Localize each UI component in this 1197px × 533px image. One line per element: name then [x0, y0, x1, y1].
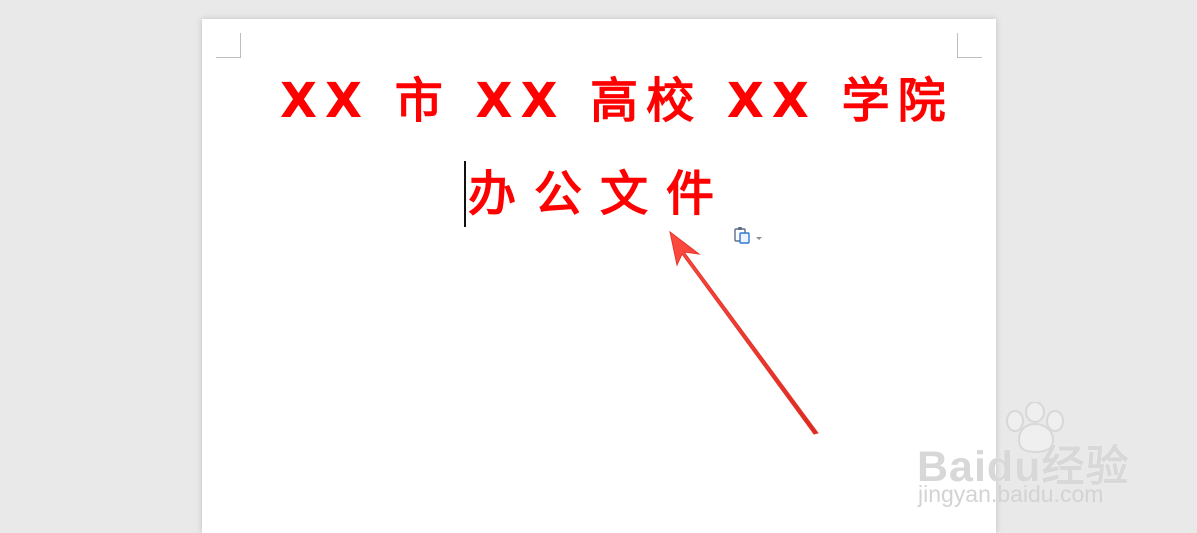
document-workspace: XX 市 XX 高校 XX 学院 办公文件 Baidu经验 jingyan.ba… [0, 0, 1197, 533]
text-cursor [464, 161, 466, 227]
subtitle-container[interactable]: 办公文件 [464, 161, 734, 227]
page-margin-mark-left [216, 33, 241, 58]
document-subtitle-line[interactable]: 办公文件 [468, 163, 732, 225]
watermark: Baidu经验 jingyan.baidu.com [917, 402, 1157, 512]
watermark-url: jingyan.baidu.com [918, 481, 1104, 507]
document-title-line[interactable]: XX 市 XX 高校 XX 学院 [280, 71, 946, 131]
paste-options-icon [734, 227, 762, 244]
chevron-down-icon [756, 237, 762, 240]
page-margin-mark-right [957, 33, 982, 58]
document-page[interactable]: XX 市 XX 高校 XX 学院 办公文件 [202, 19, 996, 533]
paste-options-button[interactable] [733, 225, 767, 249]
